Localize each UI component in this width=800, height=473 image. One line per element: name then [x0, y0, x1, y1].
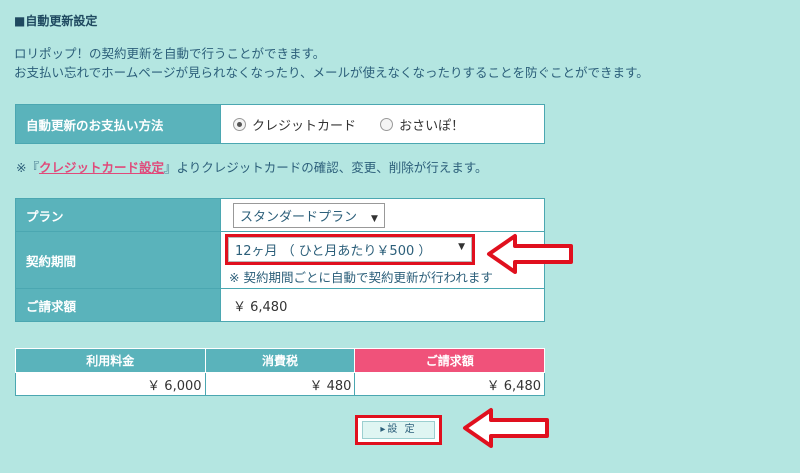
plan-select[interactable]: スタンダードプラン ▼ — [233, 202, 385, 228]
radio-osaipo[interactable]: おさいぽ！ — [380, 117, 465, 134]
billing-label: ご請求額 — [15, 288, 221, 322]
plan-table: プラン スタンダードプラン ▼ 契約期間 12ヶ月 （ ひと月あたり￥500 ） ▼… — [15, 198, 545, 322]
fee-header-tax: 消費税 — [204, 348, 356, 373]
radio-credit-card-label: クレジットカード — [252, 118, 357, 134]
fee-header-total: ご請求額 — [354, 348, 545, 373]
period-select-value: 12ヶ月 （ ひと月あたり￥500 ） — [235, 244, 432, 259]
description-line-2: お支払い忘れでホームページが見られなくなったり、メールが使えなくなったりすること… — [14, 65, 649, 80]
plan-cell: スタンダードプラン ▼ — [220, 198, 545, 232]
plan-select-value: スタンダードプラン — [240, 209, 358, 225]
period-label: 契約期間 — [15, 231, 221, 289]
payment-method-table: 自動更新のお支払い方法 クレジットカード おさいぽ！ — [15, 104, 545, 144]
description: ロリポップ！の契約更新を自動で行うことができます。 お支払い忘れでホームページが… — [14, 44, 649, 82]
billing-value: ￥ 6,480 — [220, 288, 545, 322]
radio-unselected-icon[interactable] — [380, 117, 394, 131]
radio-osaipo-label: おさいぽ！ — [399, 118, 465, 134]
section-title: ■自動更新設定 — [14, 14, 98, 28]
radio-selected-icon[interactable] — [233, 117, 246, 131]
radio-credit-card[interactable]: クレジットカード — [233, 117, 360, 134]
payment-method-label: 自動更新のお支払い方法 — [15, 104, 221, 144]
chevron-down-icon: ▼ — [371, 213, 378, 224]
credit-card-note: ※『クレジットカード設定』よりクレジットカードの確認、変更、削除が行えます。 — [16, 157, 488, 176]
credit-card-settings-link[interactable]: クレジットカード設定 — [39, 160, 164, 175]
fee-header-usage: 利用料金 — [15, 348, 206, 373]
fee-usage-value: ￥ 6,000 — [15, 372, 206, 396]
submit-button[interactable]: ▸設 定 — [362, 421, 435, 439]
chevron-down-icon: ▼ — [458, 242, 465, 252]
arrow-left-icon — [487, 234, 573, 274]
credit-note-suffix: 』よりクレジットカードの確認、変更、削除が行えます。 — [164, 160, 488, 175]
period-highlight-frame: 12ヶ月 （ ひと月あたり￥500 ） ▼ — [225, 234, 475, 265]
plan-label: プラン — [15, 198, 221, 232]
description-line-1: ロリポップ！の契約更新を自動で行うことができます。 — [14, 46, 326, 61]
period-select[interactable]: 12ヶ月 （ ひと月あたり￥500 ） ▼ — [228, 237, 472, 262]
submit-highlight-frame: ▸設 定 — [355, 415, 442, 445]
payment-method-options: クレジットカード おさいぽ！ — [220, 104, 545, 144]
fee-table: 利用料金 消費税 ご請求額 ￥ 6,000 ￥ 480 ￥ 6,480 — [15, 348, 545, 396]
arrow-left-icon — [463, 408, 549, 448]
fee-total-value: ￥ 6,480 — [354, 372, 545, 396]
credit-note-prefix: ※『 — [16, 160, 39, 175]
fee-tax-value: ￥ 480 — [204, 372, 356, 396]
